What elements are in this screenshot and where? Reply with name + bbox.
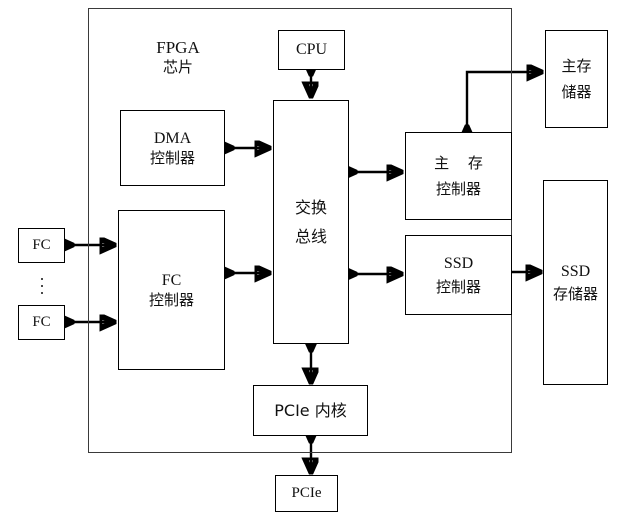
block-switch-bus[interactable]: 交换 总线 — [273, 100, 349, 344]
block-fc-port-top[interactable]: FC — [18, 228, 65, 263]
ellipsis-dot — [41, 278, 43, 280]
block-pcie-port-label: PCIe — [291, 485, 322, 502]
fpga-chip-label-line1: FPGA — [156, 38, 200, 57]
block-fc-port-bottom[interactable]: FC — [18, 305, 65, 340]
block-ssd-storage[interactable]: SSD 存储器 — [543, 180, 608, 385]
fc-ports-ellipsis — [40, 278, 44, 294]
block-cpu-label: CPU — [295, 41, 328, 59]
block-main-memory[interactable]: 主存 储器 — [545, 30, 608, 128]
block-fc-controller-line2: 控制器 — [148, 290, 194, 309]
block-fc-port-bottom-label: FC — [32, 314, 51, 331]
block-dma-controller-line1: DMA — [153, 130, 192, 148]
block-dma-controller[interactable]: DMA 控制器 — [120, 110, 225, 186]
block-ssd-controller-line2: 控制器 — [435, 277, 481, 296]
block-switch-bus-line1: 交换 — [294, 197, 327, 217]
block-ssd-storage-line1: SSD — [560, 262, 591, 280]
block-ssd-controller-line1: SSD — [443, 255, 474, 273]
block-switch-bus-line2: 总线 — [294, 226, 327, 246]
block-main-memory-line1: 主存 — [561, 57, 592, 76]
fpga-block-diagram: FPGA 芯片 CPU DMA 控制器 交换 总线 FC 控制器 FC FC 主… — [0, 0, 620, 518]
ellipsis-dot — [41, 285, 43, 287]
block-main-memory-controller-line2: 控制器 — [435, 179, 481, 198]
block-fc-controller[interactable]: FC 控制器 — [118, 210, 225, 370]
ellipsis-dot — [41, 292, 43, 294]
block-ssd-controller[interactable]: SSD 控制器 — [405, 235, 512, 315]
fpga-chip-label-line2: 芯片 — [162, 58, 193, 77]
block-dma-controller-line2: 控制器 — [149, 148, 195, 167]
block-pcie-port[interactable]: PCIe — [275, 475, 338, 512]
fpga-chip-label: FPGA 芯片 — [128, 38, 228, 76]
block-pcie-core-label: PCIe 内核 — [274, 400, 347, 420]
block-fc-port-top-label: FC — [32, 237, 51, 254]
block-main-memory-controller[interactable]: 主 存 控制器 — [405, 132, 512, 220]
block-ssd-storage-line2: 存储器 — [552, 285, 598, 304]
block-pcie-core[interactable]: PCIe 内核 — [253, 385, 368, 436]
block-cpu[interactable]: CPU — [278, 30, 345, 70]
block-main-memory-line2: 储器 — [561, 82, 592, 101]
block-main-memory-controller-line1: 主 存 — [434, 154, 490, 173]
block-fc-controller-line1: FC — [161, 272, 182, 290]
